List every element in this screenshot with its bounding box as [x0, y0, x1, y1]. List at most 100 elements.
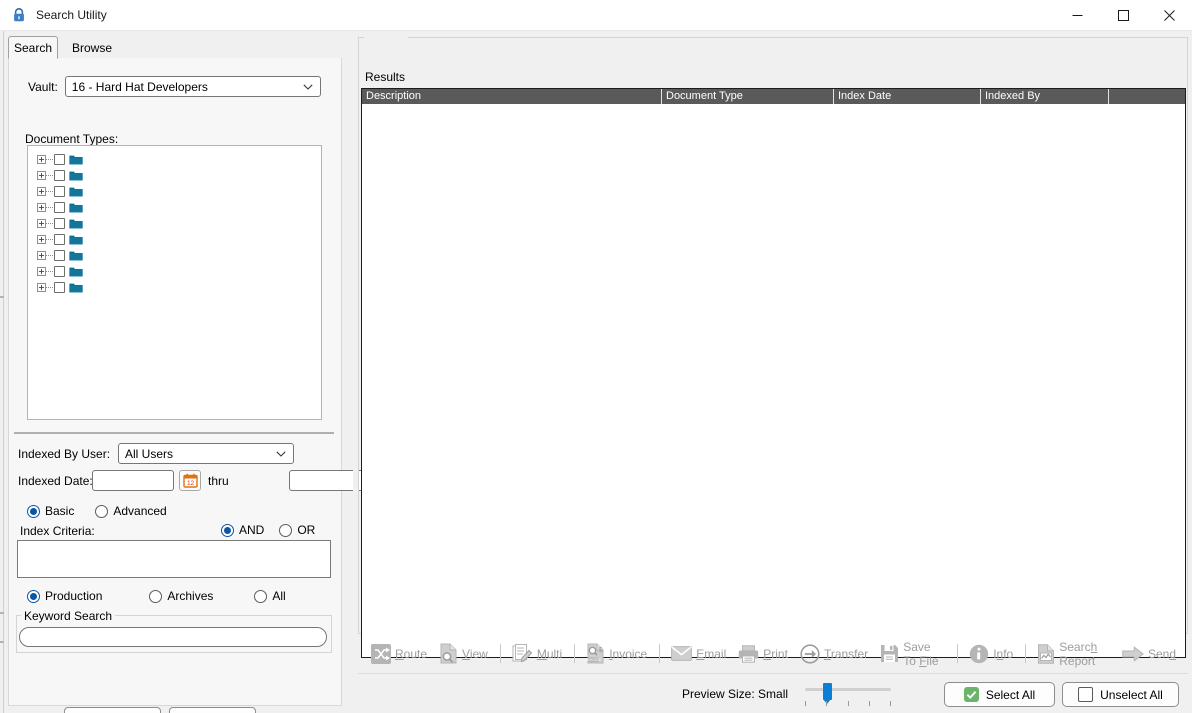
printer-icon — [739, 644, 759, 663]
indexed-date-from-input[interactable] — [92, 470, 174, 491]
radio-production-dot — [27, 589, 40, 603]
indexed-by-user-select[interactable]: All Users — [118, 443, 294, 464]
expand-icon[interactable] — [37, 186, 46, 196]
minimize-icon — [1072, 14, 1082, 16]
document-types-tree[interactable] — [27, 145, 322, 420]
radio-basic[interactable]: Basic — [22, 504, 74, 518]
calendar-icon: 12 — [182, 473, 198, 488]
transfer-button[interactable]: Transfer — [800, 643, 868, 664]
slider-ticks — [805, 701, 891, 706]
search-button[interactable]: Search — [64, 707, 161, 713]
tree-item[interactable] — [28, 199, 321, 215]
tree-item[interactable] — [28, 247, 321, 263]
search-report-button[interactable]: Search Report — [1037, 640, 1110, 668]
select-all-button[interactable]: Select All — [944, 682, 1055, 707]
unselect-all-button[interactable]: Unselect All — [1062, 682, 1179, 707]
indexed-date-from-calendar-button[interactable]: 12 — [179, 470, 201, 491]
floppy-disk-icon — [881, 645, 899, 662]
expand-icon[interactable] — [37, 218, 46, 228]
document-types-label: Document Types: — [25, 132, 119, 146]
envelope-icon — [671, 646, 693, 661]
toolbar-separator — [1025, 644, 1027, 663]
radio-or[interactable]: OR — [274, 523, 315, 537]
tree-checkbox[interactable] — [54, 185, 65, 197]
info-button[interactable]: Info — [969, 644, 1013, 664]
expand-icon[interactable] — [37, 266, 46, 276]
grid-column-header[interactable]: Indexed By — [981, 89, 1109, 104]
radio-archives[interactable]: Archives — [144, 589, 213, 603]
results-grid-body[interactable] — [362, 104, 1185, 657]
tab-browse[interactable]: Browse — [64, 36, 120, 59]
radio-all[interactable]: All — [249, 589, 286, 603]
grid-column-header[interactable]: Index Date — [834, 89, 981, 104]
radio-advanced[interactable]: Advanced — [90, 504, 167, 518]
expand-icon[interactable] — [37, 170, 46, 180]
expand-icon[interactable] — [37, 234, 46, 244]
grid-column-header[interactable]: Document Type — [662, 89, 834, 104]
lock-icon — [14, 8, 24, 22]
slider-thumb[interactable] — [823, 683, 832, 704]
expand-icon[interactable] — [37, 202, 46, 212]
tree-item[interactable] — [28, 215, 321, 231]
expand-icon[interactable] — [37, 154, 46, 164]
tree-item[interactable] — [28, 151, 321, 167]
email-button[interactable]: Email — [671, 646, 726, 661]
expand-icon[interactable] — [37, 282, 46, 292]
expand-icon[interactable] — [37, 250, 46, 260]
toolbar-separator — [659, 644, 661, 663]
print-button[interactable]: Print — [738, 644, 788, 663]
send-button[interactable]: Send — [1122, 645, 1176, 662]
radio-all-dot — [254, 589, 268, 603]
tree-checkbox[interactable] — [54, 201, 65, 213]
radio-production-label: Production — [45, 589, 103, 603]
folder-icon — [69, 171, 83, 180]
maximize-button[interactable] — [1100, 0, 1146, 31]
scope-radio-group: Production Archives All — [22, 589, 302, 603]
tree-checkbox[interactable] — [54, 281, 65, 293]
tab-search[interactable]: Search — [8, 36, 58, 59]
folder-icon — [69, 267, 83, 276]
invoice-button[interactable]: $ INVOICE Invoice — [586, 643, 647, 664]
reset-button[interactable]: Reset — [169, 707, 256, 713]
shuffle-icon — [371, 643, 391, 664]
status-bar: Preview Size: Small Select All Unselect … — [358, 675, 1188, 713]
radio-and[interactable]: AND — [216, 523, 264, 537]
window-body: Search Browse Vault: 16 - Hard Hat Devel… — [4, 31, 1192, 713]
tree-checkbox[interactable] — [54, 169, 65, 181]
minimize-button[interactable] — [1054, 0, 1100, 31]
tree-item[interactable] — [28, 231, 321, 247]
keyword-search-legend: Keyword Search — [21, 609, 116, 623]
save-to-file-button[interactable]: Save To File — [880, 640, 945, 668]
tree-checkbox[interactable] — [54, 233, 65, 245]
keyword-search-input[interactable] — [19, 627, 327, 647]
logic-radio-group: AND OR — [216, 523, 325, 537]
checked-checkbox-icon — [963, 687, 979, 702]
tree-checkbox[interactable] — [54, 249, 65, 261]
multi-label: Multi — [536, 646, 563, 661]
indexed-date-label: Indexed Date: — [18, 473, 93, 488]
view-button[interactable]: View — [439, 643, 488, 664]
index-criteria-box[interactable] — [17, 540, 331, 578]
results-grid[interactable]: Description Document Type Index Date Indexe… — [361, 88, 1186, 658]
radio-or-dot — [279, 523, 293, 537]
vault-select[interactable]: 16 - Hard Hat Developers — [64, 76, 321, 97]
vault-row: Vault: 16 - Hard Hat Developers — [28, 76, 321, 97]
tree-item[interactable] — [28, 263, 321, 279]
close-button[interactable] — [1146, 0, 1192, 31]
grid-column-header[interactable]: Description — [362, 89, 662, 104]
tree-checkbox[interactable] — [54, 265, 65, 277]
folder-icon — [69, 155, 83, 164]
window-controls — [1054, 0, 1192, 31]
route-button[interactable]: Route — [371, 643, 427, 664]
tree-checkbox[interactable] — [54, 217, 65, 229]
tree-item[interactable] — [28, 279, 321, 295]
multi-button[interactable]: Multi — [512, 643, 562, 664]
preview-size-slider[interactable] — [805, 683, 891, 707]
radio-production[interactable]: Production — [22, 589, 102, 603]
slider-track — [805, 688, 891, 691]
tree-item[interactable] — [28, 183, 321, 199]
tree-item[interactable] — [28, 167, 321, 183]
tree-checkbox[interactable] — [54, 153, 65, 165]
invoice-icon: $ INVOICE — [586, 643, 604, 664]
report-icon — [1038, 643, 1055, 664]
